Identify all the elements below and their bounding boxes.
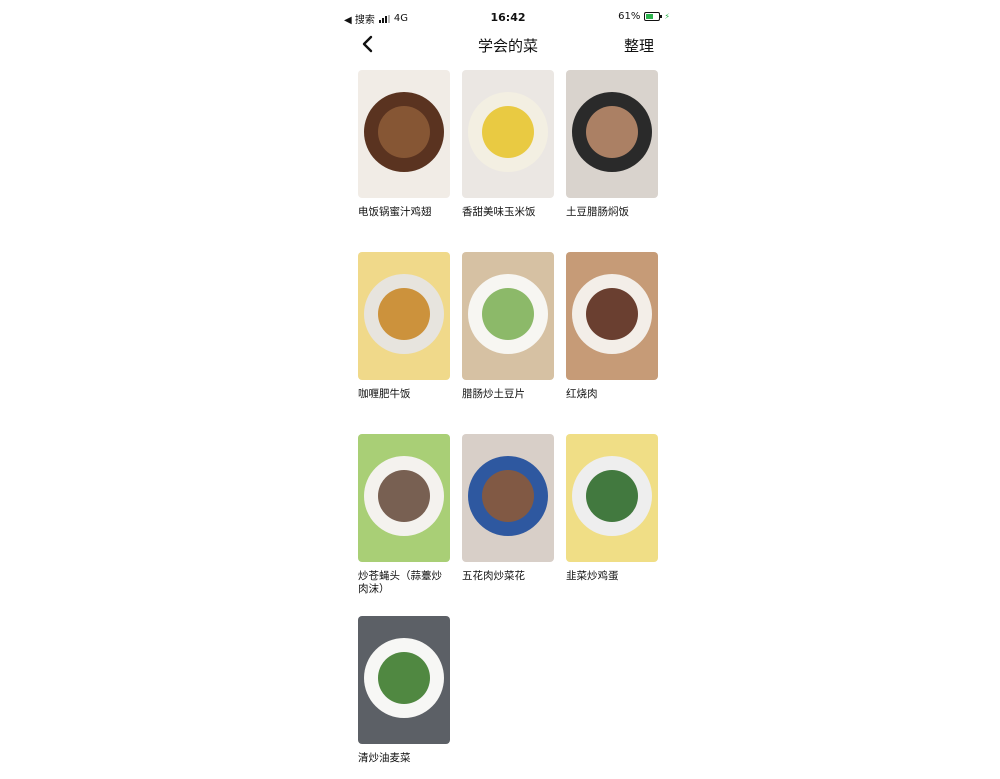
dish-name: 咖喱肥牛饭 [358, 388, 411, 400]
dish-name: 红烧肉 [566, 388, 598, 400]
battery-icon [644, 12, 663, 21]
dish-thumbnail [566, 252, 658, 380]
dish-card[interactable]: 五花肉炒菜花 [462, 434, 554, 583]
dish-thumbnail [358, 616, 450, 744]
dish-name: 炒苍蝇头（蒜薹炒肉沫） [358, 570, 442, 595]
dish-card[interactable]: 炒苍蝇头（蒜薹炒肉沫） [358, 434, 450, 596]
dish-thumbnail [358, 434, 450, 562]
dish-food-image [378, 288, 430, 340]
dish-thumbnail [462, 252, 554, 380]
dish-food-image [482, 288, 534, 340]
status-bar: ◀ 搜索 4G 16:42 61% ⚡ [340, 0, 676, 34]
dish-thumbnail [566, 434, 658, 562]
dish-thumbnail [566, 70, 658, 198]
dish-card[interactable]: 电饭锅蜜汁鸡翅 [358, 70, 450, 219]
battery-percent: 61% [618, 11, 641, 22]
dish-food-image [586, 288, 638, 340]
dish-card[interactable]: 韭菜炒鸡蛋 [566, 434, 658, 583]
dish-food-image [378, 106, 430, 158]
dish-name: 五花肉炒菜花 [462, 570, 525, 582]
dish-card[interactable]: 土豆腊肠焖饭 [566, 70, 658, 219]
dish-thumbnail [358, 70, 450, 198]
dish-food-image [378, 470, 430, 522]
dish-food-image [482, 106, 534, 158]
dish-card[interactable]: 腊肠炒土豆片 [462, 252, 554, 401]
dish-food-image [482, 470, 534, 522]
dish-food-image [586, 106, 638, 158]
dish-card[interactable]: 红烧肉 [566, 252, 658, 401]
battery-level [646, 14, 654, 19]
dish-name: 香甜美味玉米饭 [462, 206, 536, 218]
dish-name: 清炒油麦菜 [358, 752, 411, 764]
dish-card[interactable]: 清炒油麦菜 [358, 616, 450, 765]
dish-thumbnail [462, 434, 554, 562]
dish-thumbnail [462, 70, 554, 198]
dish-card[interactable]: 咖喱肥牛饭 [358, 252, 450, 401]
dish-thumbnail [358, 252, 450, 380]
navigation-bar: 学会的菜 整理 [340, 30, 676, 58]
dish-name: 腊肠炒土豆片 [462, 388, 525, 400]
dish-food-image [586, 470, 638, 522]
dish-name: 韭菜炒鸡蛋 [566, 570, 619, 582]
dish-food-image [378, 652, 430, 704]
status-right: 61% ⚡ [618, 11, 670, 22]
charging-icon: ⚡ [664, 12, 670, 21]
dish-card[interactable]: 香甜美味玉米饭 [462, 70, 554, 219]
dish-name: 土豆腊肠焖饭 [566, 206, 629, 218]
organize-button[interactable]: 整理 [624, 35, 654, 56]
phone-screen: ◀ 搜索 4G 16:42 61% ⚡ 学会的菜 整理 电饭锅蜜汁鸡翅 香甜美味玉… [340, 0, 676, 779]
dish-name: 电饭锅蜜汁鸡翅 [358, 206, 432, 218]
